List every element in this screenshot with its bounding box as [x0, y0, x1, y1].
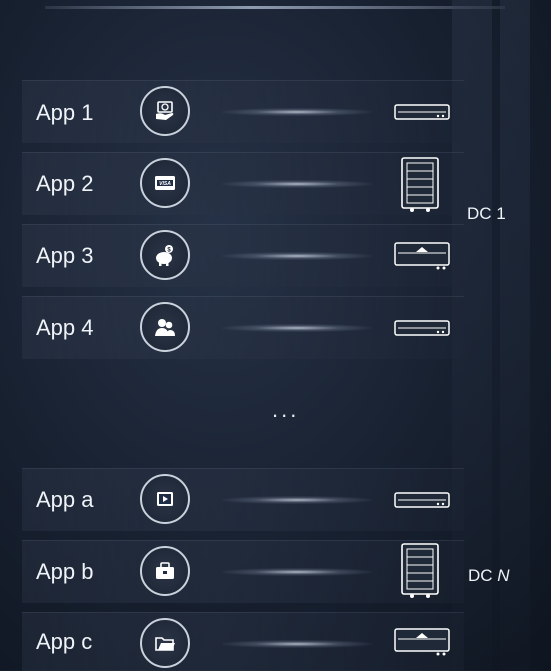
app-row: App b: [22, 540, 464, 603]
users-icon: [140, 302, 190, 352]
connection-beam: [222, 568, 372, 576]
app-label: App 3: [36, 243, 94, 268]
datacenter-label-prefix: DC: [468, 566, 498, 585]
video-icon: [140, 474, 190, 524]
datacenter-label: DC 1: [467, 204, 506, 223]
app-row: App a: [22, 468, 464, 531]
server-1u-icon: [394, 104, 450, 120]
connection-beam: [222, 640, 372, 648]
app-label: App b: [36, 559, 94, 584]
briefcase-icon: [140, 546, 190, 596]
datacenter-label: DC N: [468, 566, 510, 586]
connection-beam: [222, 180, 372, 188]
money-hand-icon: [140, 86, 190, 136]
datacenter-label-n: N: [497, 566, 510, 585]
app-label: App 4: [36, 315, 94, 340]
connection-beam: [222, 252, 372, 260]
app-row: App 4: [22, 296, 464, 359]
connection-beam: [222, 496, 372, 504]
folder-icon: [140, 618, 190, 668]
app-row: App 1: [22, 80, 464, 143]
app-row: App c: [22, 612, 464, 671]
connection-beam: [222, 108, 372, 116]
app-datacenter-diagram: App 1 App 2 VISA App 3 $ App 4 DC 1 ... …: [0, 0, 551, 671]
svg-text:VISA: VISA: [159, 181, 171, 187]
app-label: App c: [36, 629, 93, 654]
more-apps-ellipsis: ...: [272, 397, 300, 422]
credit-card-icon: VISA: [140, 158, 190, 208]
piggy-bank-icon: $: [140, 230, 190, 280]
app-row: App 3 $: [22, 224, 464, 287]
connection-beam: [222, 324, 372, 332]
app-label: App a: [36, 487, 94, 512]
server-1u-icon: [394, 492, 450, 508]
server-rack-icon: [401, 543, 439, 598]
app-label: App 2: [36, 171, 94, 196]
top-divider: [45, 6, 505, 9]
app-label: App 1: [36, 100, 94, 125]
server-2u-icon: [394, 628, 450, 656]
server-rack-icon: [401, 157, 439, 212]
server-1u-icon: [394, 320, 450, 336]
server-2u-icon: [394, 242, 450, 270]
app-row: App 2 VISA: [22, 152, 464, 215]
